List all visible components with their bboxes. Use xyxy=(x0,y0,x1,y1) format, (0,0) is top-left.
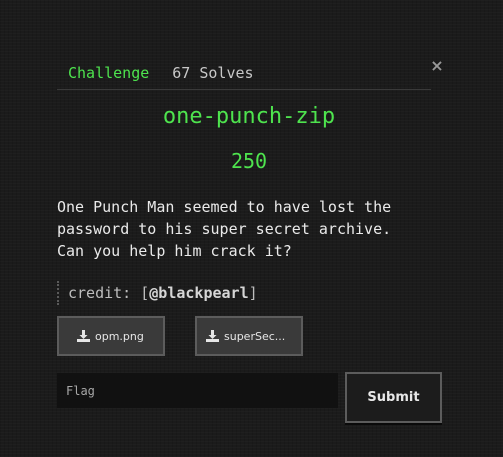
flag-input[interactable] xyxy=(57,373,338,408)
challenge-description: One Punch Man seemed to have lost the pa… xyxy=(57,198,392,260)
tab-solves[interactable]: 67 Solves xyxy=(160,63,264,83)
modal-tabs: Challenge 67 Solves xyxy=(57,63,431,90)
challenge-credit: credit: [@blackpearl] xyxy=(57,281,258,305)
file-label: superSec... xyxy=(224,329,286,343)
challenge-value: 250 xyxy=(230,149,268,173)
credit-suffix: ] xyxy=(248,284,258,302)
credit-author: @blackpearl xyxy=(149,284,249,302)
download-icon xyxy=(77,330,90,342)
credit-prefix: credit: [ xyxy=(68,284,150,302)
file-label: opm.png xyxy=(95,329,144,343)
download-icon xyxy=(206,330,219,342)
challenge-title: one-punch-zip xyxy=(162,104,336,129)
file-download-button-supersecret[interactable]: superSec... xyxy=(195,316,303,356)
submit-button[interactable]: Submit xyxy=(345,372,442,423)
file-download-button-opm[interactable]: opm.png xyxy=(57,316,165,356)
close-icon[interactable]: × xyxy=(429,57,445,75)
tab-challenge[interactable]: Challenge xyxy=(57,63,160,83)
challenge-modal: Challenge 67 Solves × one-punch-zip 250 … xyxy=(0,0,503,457)
